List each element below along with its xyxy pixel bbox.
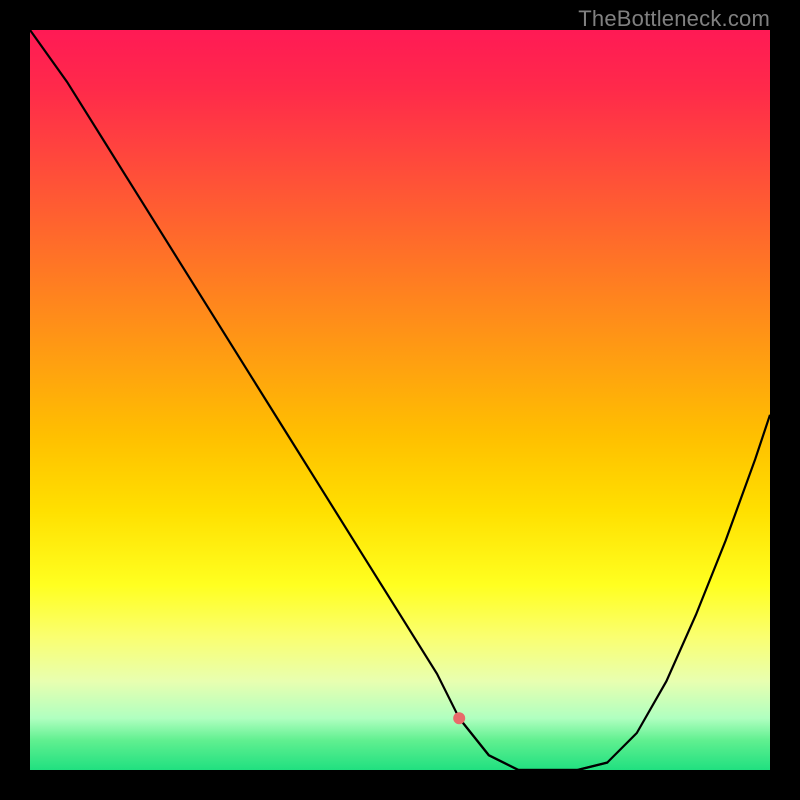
bottleneck-curve (30, 30, 770, 770)
curve-svg (30, 30, 770, 770)
plot-area (30, 30, 770, 770)
optimal-range-highlight (459, 718, 607, 770)
chart-container: TheBottleneck.com (0, 0, 800, 800)
highlight-dot (453, 712, 465, 724)
watermark-text: TheBottleneck.com (578, 6, 770, 32)
